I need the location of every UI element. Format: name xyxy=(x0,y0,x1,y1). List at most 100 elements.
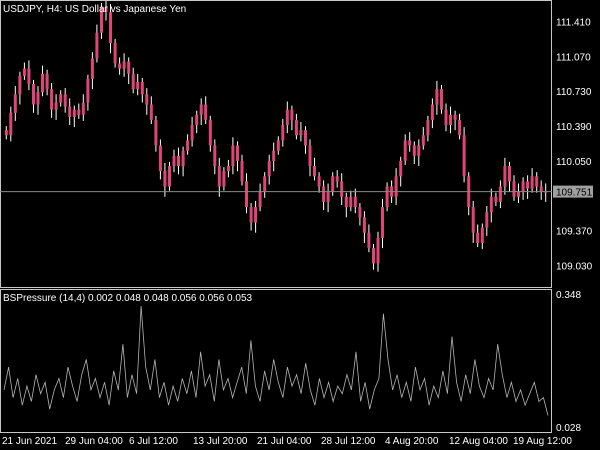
time-label: 4 Aug 20:00 xyxy=(385,436,439,447)
candle-body xyxy=(372,248,375,264)
candle-body xyxy=(426,119,430,136)
price-axis: 111.410 111.070 110.730 110.390 110.050 … xyxy=(556,18,593,273)
candle-body xyxy=(435,89,439,105)
candle-body xyxy=(503,166,507,187)
candle-body xyxy=(181,150,185,167)
candle-body xyxy=(476,232,480,243)
candle-body xyxy=(498,186,502,202)
candle-body xyxy=(263,176,267,192)
indicator-layer xyxy=(3,305,549,416)
candle-body xyxy=(245,181,248,207)
candle-body xyxy=(403,140,407,161)
candle-body xyxy=(267,160,271,177)
candle-body xyxy=(145,94,149,105)
candle-body xyxy=(54,102,58,110)
candle-body xyxy=(276,140,280,151)
candle-body xyxy=(494,196,498,202)
candle-body xyxy=(353,196,357,208)
current-price-label: 109.751 xyxy=(556,188,593,199)
candle-body xyxy=(535,176,539,187)
candle-body xyxy=(358,207,362,218)
candle-body xyxy=(149,104,153,120)
candle-body xyxy=(222,171,226,187)
candle-body xyxy=(294,119,298,136)
price-tick-label: 110.050 xyxy=(556,157,592,168)
candle-body xyxy=(18,75,22,95)
candle-body xyxy=(517,191,520,197)
candle-body xyxy=(381,207,384,238)
candle-body xyxy=(213,145,217,166)
candle-body xyxy=(13,94,17,113)
chart-window: 109.751 USDJPY, H4: US Dollar vs Japanes… xyxy=(0,0,600,450)
candle-body xyxy=(240,160,244,182)
candle-body xyxy=(335,176,339,182)
candle-body xyxy=(186,140,190,151)
price-tick-label: 110.390 xyxy=(556,122,592,133)
candle-body xyxy=(462,135,466,177)
candle-body xyxy=(68,106,72,117)
candle-body xyxy=(109,12,112,44)
price-tick-label: 110.730 xyxy=(556,87,592,98)
candle-body xyxy=(308,145,312,166)
candle-body xyxy=(344,196,348,208)
indicator-tick-bottom: 0.028 xyxy=(556,423,581,434)
candle-body xyxy=(231,145,235,166)
candle-body xyxy=(317,176,321,187)
candle-body xyxy=(449,114,452,126)
candle-body xyxy=(331,176,335,192)
main-chart-header: USDJPY, H4: US Dollar vs Japanese Yen xyxy=(3,4,186,15)
time-label: 21 Jul 04:00 xyxy=(257,436,312,447)
candle-body xyxy=(385,186,389,207)
price-tick-label: 111.410 xyxy=(556,18,591,29)
candle-body xyxy=(530,176,534,189)
candle-body xyxy=(485,212,489,228)
candle-body xyxy=(158,145,162,172)
candle-body xyxy=(508,166,511,182)
candle-body xyxy=(408,140,412,146)
time-label: 29 Jun 04:00 xyxy=(65,436,123,447)
time-label: 28 Jul 12:00 xyxy=(321,436,376,447)
candle-body xyxy=(190,125,194,141)
time-axis: 21 Jun 2021 29 Jun 04:00 6 Jul 12:00 13 … xyxy=(2,436,572,447)
candle-body xyxy=(127,61,131,74)
price-tick-label: 109.370 xyxy=(556,227,593,238)
candle-body xyxy=(322,186,326,202)
candle-body xyxy=(86,78,90,103)
candle-body xyxy=(376,237,380,264)
candle-body xyxy=(236,145,239,161)
candle-body xyxy=(394,176,398,197)
candle-body xyxy=(521,181,525,192)
candle-body xyxy=(217,166,221,187)
candles-layer xyxy=(4,1,548,272)
candle-body xyxy=(32,84,35,105)
candle-body xyxy=(140,82,144,95)
time-label: 12 Aug 04:00 xyxy=(449,436,508,447)
candle-body xyxy=(489,196,493,213)
candle-body xyxy=(154,119,158,146)
candle-body xyxy=(304,130,307,146)
candle-body xyxy=(526,181,530,189)
candle-body xyxy=(50,89,54,110)
candle-body xyxy=(168,166,171,187)
candle-body xyxy=(118,63,122,69)
candle-body xyxy=(313,166,316,177)
candle-body xyxy=(480,227,484,243)
time-label: 21 Jun 2021 xyxy=(2,436,57,447)
candle-body xyxy=(22,68,26,76)
candle-body xyxy=(195,114,199,126)
candle-body xyxy=(453,114,457,120)
candle-body xyxy=(272,150,276,161)
candle-body xyxy=(72,109,76,117)
candle-body xyxy=(285,109,289,126)
candle-body xyxy=(512,181,516,197)
candle-body xyxy=(281,125,285,141)
candle-body xyxy=(136,82,140,90)
candle-body xyxy=(421,135,425,146)
candle-body xyxy=(254,207,258,223)
price-tick-label: 109.030 xyxy=(556,262,593,273)
candle-body xyxy=(172,155,176,167)
candle-body xyxy=(9,112,13,136)
candle-body xyxy=(59,94,63,103)
candle-body xyxy=(458,119,462,136)
indicator-header: BSPressure (14,4) 0.002 0.048 0.048 0.05… xyxy=(3,293,253,304)
